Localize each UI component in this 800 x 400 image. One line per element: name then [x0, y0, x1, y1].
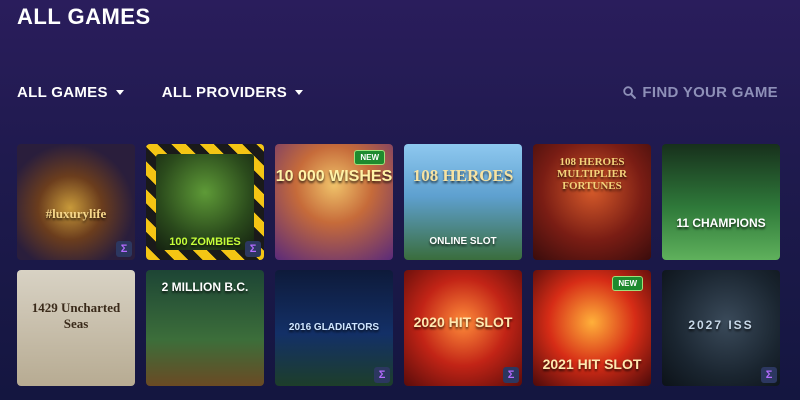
game-title: 2016 GLADIATORS [288, 322, 380, 333]
game-tile[interactable]: 2016 GLADIATORS Σ [275, 270, 393, 386]
provider-icon: Σ [374, 367, 390, 383]
game-tile[interactable]: 108 HEROES MULTIPLIER FORTUNES [533, 144, 651, 260]
new-badge: NEW [612, 276, 643, 291]
game-title: #luxurylife [45, 206, 107, 221]
game-title: 2 MILLION B.C. [161, 280, 249, 294]
game-title: 1429 Uncharted Seas [31, 300, 121, 331]
game-tile[interactable]: #luxurylife Σ [17, 144, 135, 260]
game-subtitle: ONLINE SLOT [429, 236, 497, 247]
games-grid: #luxurylife Σ 100 ZOMBIES Σ NEW 10 000 W… [17, 144, 780, 386]
provider-icon: Σ [503, 367, 519, 383]
game-title: 11 CHAMPIONS [676, 216, 766, 230]
game-tile[interactable]: NEW 10 000 WISHES [275, 144, 393, 260]
game-tile[interactable]: 1429 Uncharted Seas [17, 270, 135, 386]
all-games-filter-label: ALL GAMES [17, 84, 108, 101]
game-tile[interactable]: 11 CHAMPIONS [662, 144, 780, 260]
search-input[interactable]: FIND YOUR GAME [623, 84, 778, 101]
all-providers-filter-label: ALL PROVIDERS [161, 84, 288, 101]
filter-bar: ALL GAMES ALL PROVIDERS [17, 84, 304, 101]
game-tile[interactable]: 108 HEROES ONLINE SLOT [404, 144, 522, 260]
game-title: 2027 ISS [688, 318, 754, 332]
new-badge: NEW [354, 150, 385, 165]
game-tile[interactable]: NEW 2021 HIT SLOT [533, 270, 651, 386]
caret-down-icon [295, 90, 304, 95]
game-title: 108 HEROES MULTIPLIER FORTUNES [557, 156, 627, 192]
game-title: 10 000 WISHES [275, 168, 393, 185]
provider-icon: Σ [245, 241, 261, 257]
provider-icon: Σ [116, 241, 132, 257]
game-tile[interactable]: 100 ZOMBIES Σ [146, 144, 264, 260]
all-providers-filter[interactable]: ALL PROVIDERS [161, 84, 304, 101]
search-icon [623, 86, 637, 99]
game-title: 2021 HIT SLOT [542, 356, 642, 372]
game-tile[interactable]: 2027 ISS Σ [662, 270, 780, 386]
all-games-filter[interactable]: ALL GAMES [17, 84, 124, 101]
caret-down-icon [115, 90, 124, 95]
game-title: 108 HEROES [412, 166, 514, 185]
game-tile[interactable]: 2020 HIT SLOT Σ [404, 270, 522, 386]
game-tile[interactable]: 2 MILLION B.C. [146, 270, 264, 386]
provider-icon: Σ [761, 367, 777, 383]
search-placeholder: FIND YOUR GAME [642, 84, 778, 101]
game-title: 2020 HIT SLOT [413, 314, 513, 330]
page-title: ALL GAMES [17, 4, 151, 29]
